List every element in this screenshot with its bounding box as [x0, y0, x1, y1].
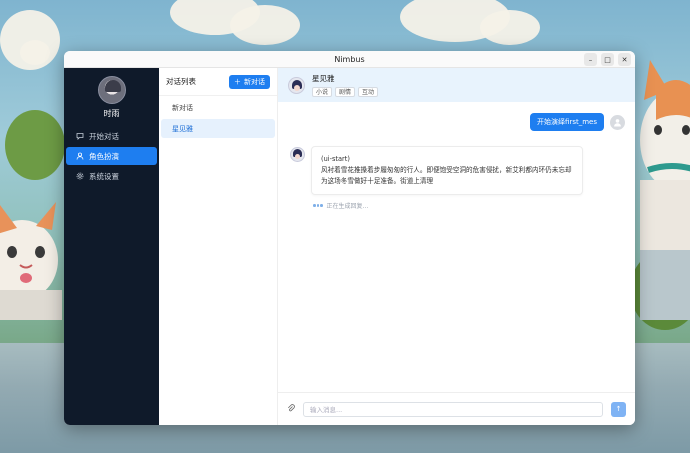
person-icon: [76, 152, 84, 160]
plus-icon: ＋: [234, 77, 241, 86]
bot-message-bubble: (ui-start) 风衬着雪花推搡着步履匆匆的行人。即便饱受空洞的危害侵扰，新…: [311, 146, 583, 195]
conversation-list: 对话列表 ＋ 新对话 新对话 星见雅: [159, 68, 278, 425]
user-name: 时雨: [103, 109, 120, 118]
maximize-button[interactable]: □: [601, 53, 614, 66]
title-bar: Nimbus – □ ✕: [64, 51, 635, 68]
character-name: 星见雅: [312, 74, 335, 83]
user-avatar[interactable]: [97, 76, 126, 104]
cat-illustration-left: [0, 202, 62, 320]
window-title: Nimbus: [334, 54, 365, 64]
typing-status: 正在生成回复...: [326, 203, 369, 210]
new-conversation-label: 新对话: [244, 77, 265, 86]
close-button[interactable]: ✕: [618, 53, 631, 66]
chat-header: 星见雅 小说 剧情 互动: [278, 68, 635, 102]
new-conversation-button[interactable]: ＋ 新对话: [229, 74, 270, 89]
tag: 互动: [358, 87, 379, 97]
typing-indicator: 正在生成回复...: [313, 201, 368, 210]
message-list: 开始演绎first_mes (ui-start) 风衬着雪花推搡着步履匆匆的行人…: [278, 102, 635, 392]
nav-item-label: 开始对话: [89, 131, 119, 141]
nav-item-start-chat[interactable]: 开始对话: [66, 127, 157, 145]
cat-illustration-right: [640, 60, 690, 320]
nav-item-label: 系统设置: [89, 171, 119, 181]
bot-message-text: 风衬着雪花推搡着步履匆匆的行人。即便饱受空洞的危害侵扰，新艾利都内环仍未忘却为这…: [321, 166, 572, 185]
user-message-bubble: 开始演绎first_mes: [530, 113, 604, 131]
bot-message: (ui-start) 风衬着雪花推搡着步履匆匆的行人。即便饱受空洞的危害侵扰，新…: [290, 146, 583, 195]
input-bar: 输入消息... ↑: [278, 392, 635, 425]
send-button[interactable]: ↑: [611, 401, 626, 417]
conversation-item-active[interactable]: 星见雅: [161, 119, 275, 138]
tag: 剧情: [335, 87, 356, 97]
sidebar: 时雨 开始对话 角色扮演 系统设置: [64, 68, 159, 425]
character-avatar[interactable]: [288, 76, 305, 94]
tag: 小说: [312, 87, 333, 97]
chat-icon: [76, 132, 84, 140]
bot-message-tag: (ui-start): [321, 155, 350, 163]
conversation-list-title: 对话列表: [166, 77, 196, 86]
nav-item-label: 角色扮演: [89, 151, 119, 161]
user-message: 开始演绎first_mes: [530, 113, 625, 131]
message-input[interactable]: 输入消息...: [303, 401, 603, 417]
loading-dots-icon: [313, 204, 323, 207]
user-avatar-small: [610, 114, 625, 130]
window-controls: – □ ✕: [584, 53, 631, 66]
send-icon: ↑: [615, 405, 622, 413]
user-icon: [614, 118, 621, 126]
nav-item-roleplay[interactable]: 角色扮演: [66, 147, 157, 165]
attachment-icon[interactable]: [287, 403, 295, 415]
app-window: Nimbus – □ ✕ 时雨 开始对话 角色扮演 系统设置 对话列表 ＋ 新对…: [64, 51, 635, 425]
character-tags: 小说 剧情 互动: [312, 87, 379, 97]
chat-panel: 星见雅 小说 剧情 互动 开始演绎first_mes (ui-start) 风衬…: [278, 68, 635, 425]
gear-icon: [76, 172, 84, 180]
bot-avatar: [290, 147, 305, 162]
conversation-item[interactable]: 新对话: [161, 98, 275, 117]
minimize-button[interactable]: –: [584, 53, 597, 66]
nav-item-settings[interactable]: 系统设置: [66, 167, 157, 185]
